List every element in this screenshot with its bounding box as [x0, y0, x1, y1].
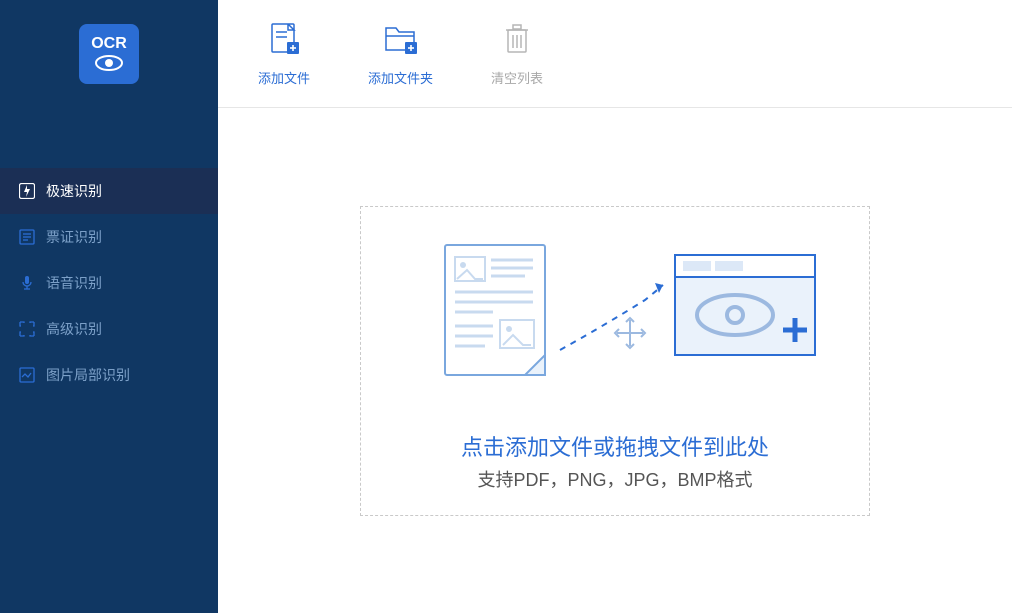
- add-file-icon: [265, 20, 303, 58]
- add-folder-button[interactable]: 添加文件夹: [368, 20, 433, 87]
- logo: OCR: [0, 0, 218, 108]
- crop-icon: [18, 366, 36, 384]
- tool-label: 添加文件夹: [368, 68, 433, 87]
- sidebar: OCR 极速识别: [0, 0, 218, 613]
- mic-icon: [18, 274, 36, 292]
- sidebar-item-label: 图片局部识别: [46, 365, 130, 385]
- add-file-button[interactable]: 添加文件: [258, 20, 310, 87]
- sidebar-item-label: 极速识别: [46, 181, 102, 201]
- toolbar: 添加文件 添加文件夹: [218, 0, 1012, 108]
- eye-icon: [94, 54, 124, 77]
- app-root: OCR 极速识别: [0, 0, 1012, 613]
- advanced-icon: [18, 320, 36, 338]
- sidebar-item-label: 票证识别: [46, 227, 102, 247]
- tool-label: 添加文件: [258, 68, 310, 87]
- drop-title: 点击添加文件或拖拽文件到此处: [461, 430, 769, 462]
- sidebar-item-label: 语音识别: [46, 273, 102, 293]
- nav: 极速识别 票证识别: [0, 168, 218, 398]
- sidebar-item-advanced[interactable]: 高级识别: [0, 306, 218, 352]
- drop-zone[interactable]: 点击添加文件或拖拽文件到此处 支持PDF，PNG，JPG，BMP格式: [360, 206, 870, 516]
- content-area: 点击添加文件或拖拽文件到此处 支持PDF，PNG，JPG，BMP格式: [218, 108, 1012, 613]
- sidebar-item-fast[interactable]: 极速识别: [0, 168, 218, 214]
- sidebar-item-partial[interactable]: 图片局部识别: [0, 352, 218, 398]
- logo-text: OCR: [91, 36, 127, 52]
- drop-illustration: [405, 230, 825, 400]
- trash-icon: [498, 20, 536, 58]
- add-folder-icon: [382, 20, 420, 58]
- drop-subtitle: 支持PDF，PNG，JPG，BMP格式: [477, 466, 752, 492]
- clear-list-button[interactable]: 清空列表: [491, 20, 543, 87]
- main: 添加文件 添加文件夹: [218, 0, 1012, 613]
- sidebar-item-label: 高级识别: [46, 319, 102, 339]
- logo-box: OCR: [79, 24, 139, 84]
- sidebar-item-ticket[interactable]: 票证识别: [0, 214, 218, 260]
- tool-label: 清空列表: [491, 68, 543, 87]
- sidebar-item-voice[interactable]: 语音识别: [0, 260, 218, 306]
- fast-icon: [18, 182, 36, 200]
- ticket-icon: [18, 228, 36, 246]
